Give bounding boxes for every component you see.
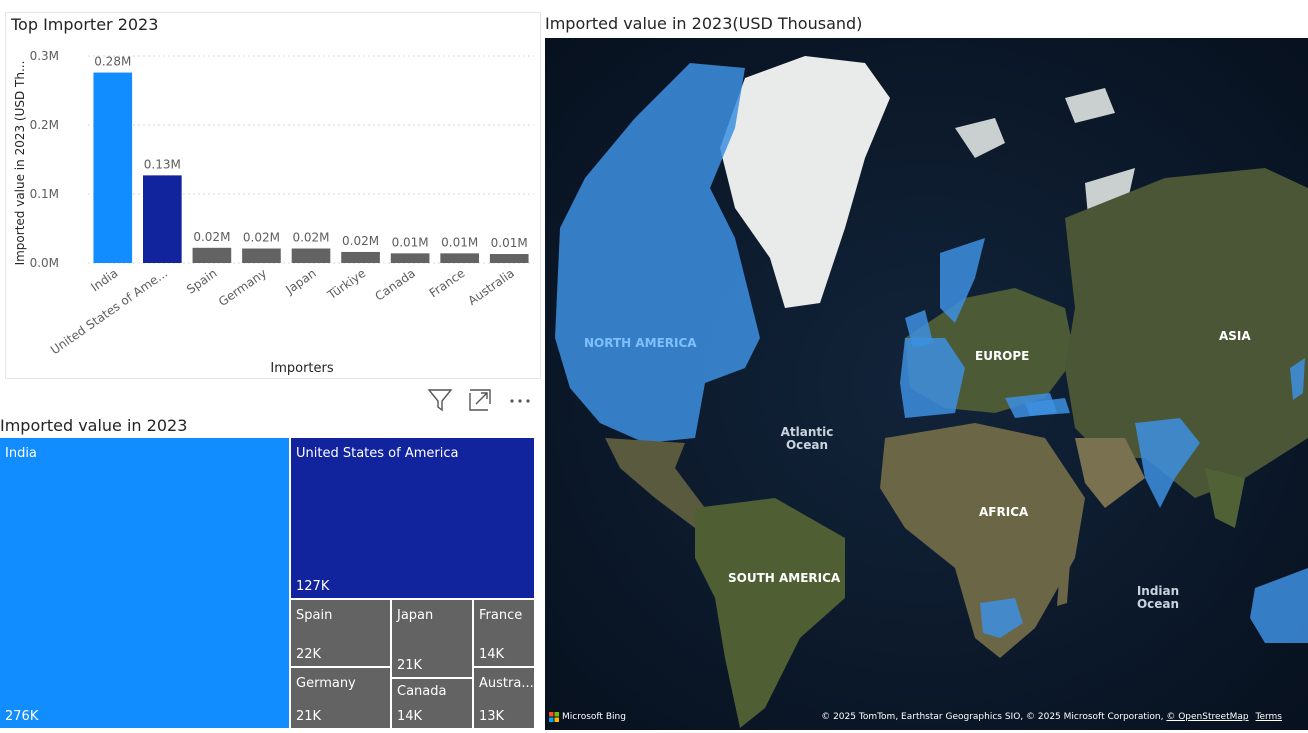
y-tick-label: 0.2M xyxy=(30,118,59,132)
bar-chart: Top Importer 2023 0.0M 0.1M 0.2M 0.3M 0.28M… xyxy=(10,15,534,376)
map-label-atlantic-ocean: Atlantic Ocean xyxy=(781,425,834,452)
bar-chart-visual[interactable]: Top Importer 2023 0.0M 0.1M 0.2M 0.3M 0.28M… xyxy=(5,12,541,379)
data-label: 0.13M xyxy=(144,157,181,171)
microsoft-logo-icon xyxy=(549,712,559,722)
y-axis-title: Imported value in 2023 (USD Th... xyxy=(13,61,27,266)
treemap-tile-label: Canada xyxy=(397,684,447,699)
treemap-tile-india[interactable]: India 276K xyxy=(0,438,291,730)
bar[interactable] xyxy=(93,72,133,263)
filled-map[interactable]: NORTH AMERICA EUROPE ASIA Atlantic Ocean … xyxy=(545,38,1308,730)
treemap-tile-value: 13K xyxy=(479,709,505,724)
bing-attribution[interactable]: Microsoft Bing xyxy=(549,712,626,722)
treemap-tile-united-states[interactable]: United States of America 127K xyxy=(291,438,536,600)
treemap-tile-label: France xyxy=(479,608,523,623)
treemap[interactable]: India 276K United States of America 127K… xyxy=(0,438,536,730)
bar[interactable] xyxy=(291,248,331,263)
treemap-tile-value: 21K xyxy=(397,658,423,673)
data-label: 0.02M xyxy=(243,231,280,245)
bar[interactable] xyxy=(390,253,430,263)
map-label-north-america: NORTH AMERICA xyxy=(584,336,697,350)
treemap-tile-canada[interactable]: Canada 14K xyxy=(392,679,474,730)
more-options-icon[interactable] xyxy=(506,386,534,414)
bar[interactable] xyxy=(192,247,232,263)
treemap-tile-value: 127K xyxy=(296,579,330,594)
x-tick-label: Australia xyxy=(465,266,517,308)
x-tick-label: France xyxy=(427,266,468,300)
treemap-tile-value: 276K xyxy=(5,709,39,724)
data-label: 0.01M xyxy=(441,235,478,249)
treemap-tile-japan[interactable]: Japan 21K xyxy=(392,600,474,679)
treemap-tile-value: 14K xyxy=(397,709,423,724)
treemap-tile-germany[interactable]: Germany 21K xyxy=(291,668,392,730)
map-label-south-america: SOUTH AMERICA xyxy=(728,571,841,585)
map-label-indian-ocean: Indian Ocean xyxy=(1137,584,1179,611)
x-tick-label: Spain xyxy=(184,266,219,297)
bar[interactable] xyxy=(143,175,182,263)
treemap-tile-france[interactable]: France 14K xyxy=(474,600,536,668)
bing-brand: Microsoft Bing xyxy=(562,712,626,722)
x-tick-label: Japan xyxy=(282,266,318,297)
data-label: 0.28M xyxy=(94,55,131,69)
focus-mode-icon[interactable] xyxy=(466,386,494,414)
y-tick-label: 0.1M xyxy=(30,187,59,201)
x-tick-label: Germany xyxy=(216,266,269,309)
map-label-europe: EUROPE xyxy=(975,349,1029,363)
treemap-tile-label: Spain xyxy=(296,608,333,623)
visual-header xyxy=(420,386,540,414)
x-axis-title: Importers xyxy=(270,361,333,376)
data-label: 0.01M xyxy=(392,235,429,249)
openstreetmap-link[interactable]: © OpenStreetMap xyxy=(1166,712,1248,722)
map-label-africa: AFRICA xyxy=(979,505,1029,519)
map-label-asia: ASIA xyxy=(1219,329,1251,343)
data-label: 0.02M xyxy=(292,231,329,245)
x-tick-label: India xyxy=(88,266,120,294)
bar[interactable] xyxy=(440,253,479,263)
world-map: NORTH AMERICA EUROPE ASIA Atlantic Ocean … xyxy=(545,38,1308,730)
treemap-tile-label: Germany xyxy=(296,676,356,691)
map-copyright: © 2025 TomTom, Earthstar Geographics SIO… xyxy=(821,712,1282,722)
treemap-tile-label: Japan xyxy=(397,608,434,623)
terms-link[interactable]: Terms xyxy=(1255,712,1282,722)
treemap-tile-australia[interactable]: Austra... 13K xyxy=(474,668,536,730)
treemap-tile-label: India xyxy=(5,446,37,461)
treemap-tile-value: 14K xyxy=(479,647,505,662)
y-tick-label: 0.3M xyxy=(30,49,59,63)
data-label: 0.02M xyxy=(342,234,379,248)
treemap-tile-label: United States of America xyxy=(296,446,459,461)
data-label: 0.01M xyxy=(491,236,528,250)
treemap-tile-value: 21K xyxy=(296,709,322,724)
treemap-tile-spain[interactable]: Spain 22K xyxy=(291,600,392,668)
bar[interactable] xyxy=(242,248,281,263)
x-tick-label: Canada xyxy=(372,266,417,304)
bar[interactable] xyxy=(489,254,529,263)
bar-chart-title: Top Importer 2023 xyxy=(10,15,158,34)
data-label: 0.02M xyxy=(193,230,230,244)
x-tick-label: Türkiye xyxy=(324,266,368,303)
bar[interactable] xyxy=(341,251,380,263)
treemap-tile-label: Austra... xyxy=(479,676,534,691)
filter-icon[interactable] xyxy=(426,386,454,414)
treemap-tile-value: 22K xyxy=(296,647,322,662)
treemap-title: Imported value in 2023 xyxy=(0,416,188,435)
copyright-text: © 2025 TomTom, Earthstar Geographics SIO… xyxy=(821,712,1164,722)
y-tick-label: 0.0M xyxy=(30,256,59,270)
map-title: Imported value in 2023(USD Thousand) xyxy=(545,14,863,33)
